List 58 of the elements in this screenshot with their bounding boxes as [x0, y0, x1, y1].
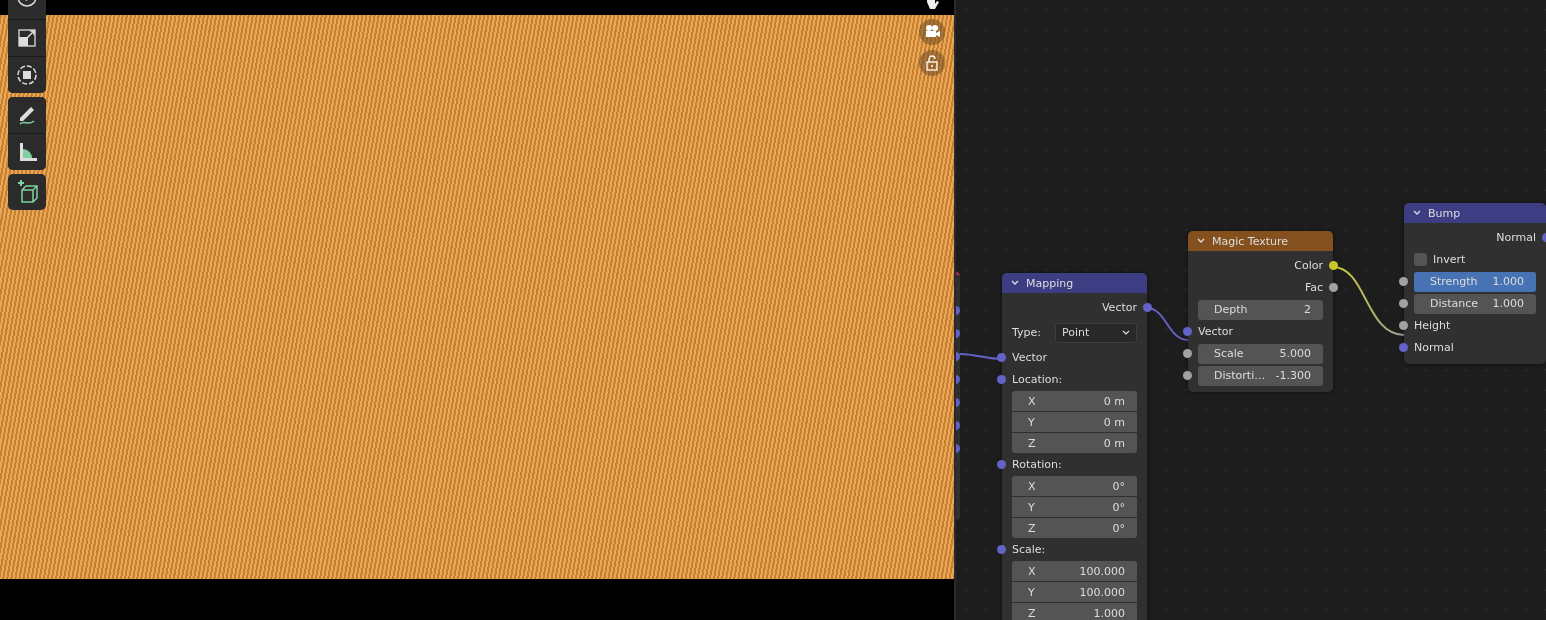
input-socket[interactable]	[997, 460, 1006, 469]
vector-field[interactable]: X 0 m	[1012, 391, 1137, 411]
input-socket[interactable]	[997, 545, 1006, 554]
number-field[interactable]: Scale 5.000	[1198, 343, 1323, 364]
input-socket[interactable]	[997, 375, 1006, 384]
output-socket[interactable]	[1329, 261, 1338, 270]
scale-icon	[16, 27, 38, 49]
checkbox-label: Invert	[1433, 253, 1466, 266]
vector-field[interactable]: Z 0°	[1012, 518, 1137, 538]
vector-field[interactable]: Y 0°	[1012, 497, 1137, 517]
input-socket[interactable]	[1399, 321, 1408, 330]
socket-label: Color	[1294, 259, 1323, 272]
number-field[interactable]: Distance 1.000	[1414, 293, 1536, 314]
input-socket[interactable]	[997, 353, 1006, 362]
input-socket[interactable]	[1399, 299, 1408, 308]
socket-label: Normal	[1414, 341, 1454, 354]
camera-icon[interactable]	[919, 19, 945, 45]
input-socket[interactable]	[1183, 371, 1192, 380]
input-socket[interactable]	[1183, 349, 1192, 358]
type-dropdown[interactable]: Point	[1055, 322, 1137, 343]
input-socket[interactable]	[1399, 277, 1408, 286]
number-field[interactable]: Depth 2	[1198, 299, 1323, 320]
number-field[interactable]: Distorti… -1.300	[1198, 365, 1323, 386]
input-socket[interactable]	[1183, 327, 1192, 336]
measure-tool[interactable]	[8, 134, 46, 170]
socket-label: Scale:	[1012, 543, 1046, 556]
output-socket[interactable]	[1329, 283, 1338, 292]
node-title: Mapping	[1026, 276, 1074, 290]
vector-field[interactable]: Y 0 m	[1012, 412, 1137, 432]
socket-label: Height	[1414, 319, 1451, 332]
vector-field[interactable]: Z 0 m	[1012, 433, 1137, 453]
vector-field[interactable]: Y 100.000	[1012, 582, 1137, 602]
node-header[interactable]: Magic Texture	[1188, 231, 1333, 251]
node-title: Magic Texture	[1212, 234, 1289, 248]
socket-label: Vector	[1012, 351, 1048, 364]
socket-label: Normal	[1496, 231, 1536, 244]
transform-icon	[15, 63, 39, 87]
checkbox[interactable]	[1414, 253, 1427, 266]
annotate-tool[interactable]	[8, 97, 46, 133]
socket-label: Location:	[1012, 373, 1063, 386]
socket-label: Vector	[1101, 301, 1137, 314]
chevron-down-icon	[1122, 329, 1130, 336]
vector-field[interactable]: X 0°	[1012, 476, 1137, 496]
transform-tool[interactable]	[8, 57, 46, 93]
vector-field[interactable]: X 100.000	[1012, 561, 1137, 581]
slider-field[interactable]: Strength 1.000	[1414, 271, 1536, 292]
input-socket[interactable]	[1399, 343, 1408, 352]
socket-label: Rotation:	[1012, 458, 1062, 471]
node-title: Bump	[1428, 206, 1461, 220]
scale-tool[interactable]	[8, 20, 46, 56]
vector-field[interactable]: Z 1.000	[1012, 603, 1137, 620]
type-label: Type:	[1012, 326, 1041, 339]
socket-label: Vector	[1198, 325, 1234, 338]
node-header[interactable]: Bump	[1404, 203, 1546, 223]
add-cube-tool[interactable]	[8, 174, 46, 210]
node-header[interactable]: Mapping	[1002, 273, 1147, 293]
padlock-icon[interactable]	[919, 50, 945, 76]
socket-label: Fac	[1304, 281, 1323, 294]
